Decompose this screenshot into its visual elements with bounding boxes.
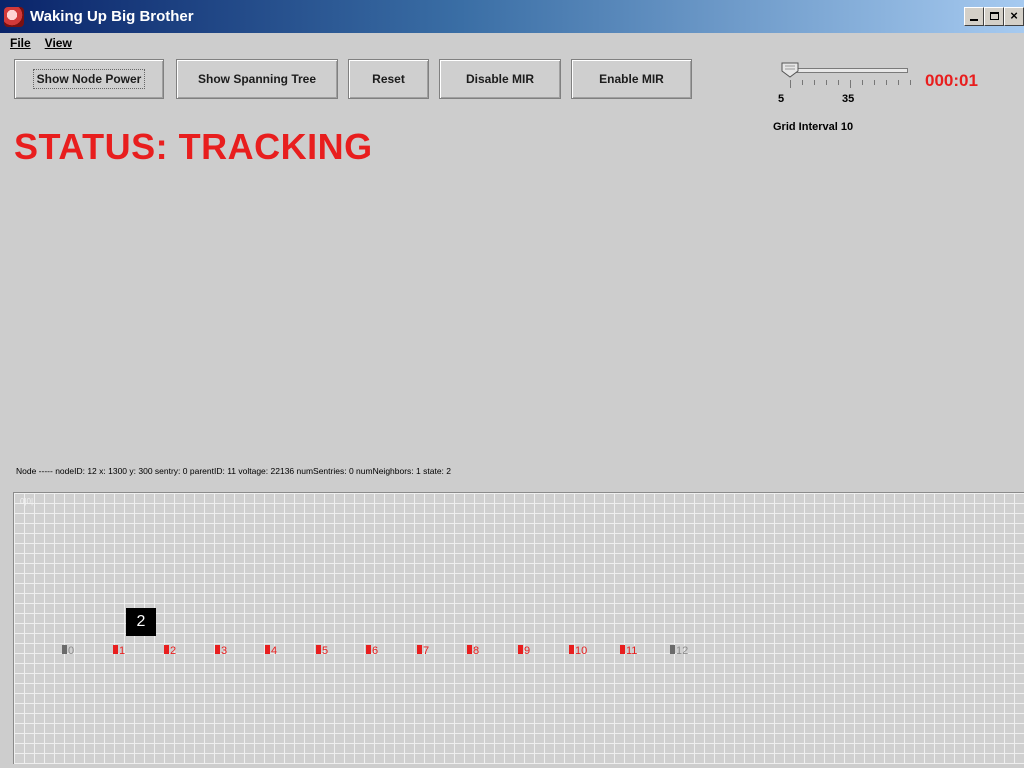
sensor-node[interactable]: 5 <box>316 643 328 657</box>
node-id-label: 9 <box>524 645 531 657</box>
tick <box>874 80 875 85</box>
disable-mir-button[interactable]: Disable MIR <box>439 59 561 99</box>
menu-view-label: View <box>44 35 72 50</box>
node-id-label: 3 <box>221 645 228 657</box>
sensor-node[interactable]: 4 <box>265 643 277 657</box>
slider-min-label: 5 <box>778 93 785 105</box>
maximize-button[interactable] <box>984 7 1004 26</box>
node-id-label: 12 <box>676 645 689 657</box>
sensor-node[interactable]: 0 <box>62 643 74 657</box>
tick <box>886 80 887 85</box>
sensor-node[interactable]: 9 <box>518 643 530 657</box>
window-title: Waking Up Big Brother <box>30 8 194 25</box>
maximize-icon <box>989 12 999 20</box>
app-icon <box>4 6 24 27</box>
sensor-node[interactable]: 11 <box>620 643 637 657</box>
minimize-button[interactable] <box>964 7 984 26</box>
show-spanning-tree-button[interactable]: Show Spanning Tree <box>176 59 338 99</box>
reset-button[interactable]: Reset <box>348 59 429 99</box>
close-button[interactable]: × <box>1004 7 1024 26</box>
status-text: STATUS: TRACKING <box>14 126 373 167</box>
close-icon: × <box>1010 8 1018 23</box>
node-icon <box>670 645 675 654</box>
node-id-label: 7 <box>423 645 430 657</box>
enable-mir-label: Enable MIR <box>599 72 664 86</box>
show-spanning-tree-label: Show Spanning Tree <box>197 72 316 86</box>
enable-mir-button[interactable]: Enable MIR <box>571 59 692 99</box>
reset-label: Reset <box>372 72 405 86</box>
show-node-power-button[interactable]: Show Node Power <box>14 59 164 99</box>
node-icon <box>113 645 118 654</box>
slider-mid-label: 35 <box>842 93 855 105</box>
node-id-label: 1 <box>119 645 126 657</box>
tick <box>802 80 803 85</box>
tick <box>850 80 851 88</box>
sensor-node[interactable]: 3 <box>215 643 227 657</box>
sensor-node[interactable]: 10 <box>569 643 587 657</box>
node-icon <box>62 645 67 654</box>
tick <box>814 80 815 85</box>
node-id-label: 6 <box>372 645 379 657</box>
sensor-node[interactable]: 1 <box>113 643 125 657</box>
node-icon <box>569 645 574 654</box>
grid-interval-slider-thumb[interactable] <box>781 62 799 78</box>
tick <box>826 80 827 85</box>
sensor-node[interactable]: 6 <box>366 643 378 657</box>
node-id-label: 0 <box>68 645 75 657</box>
node-info-text: Node ----- nodeID: 12 x: 1300 y: 300 sen… <box>16 466 452 476</box>
tick <box>898 80 899 85</box>
slider-ticks <box>780 80 920 88</box>
tick <box>838 80 839 85</box>
node-id-label: 4 <box>271 645 278 657</box>
node-id-label: 2 <box>170 645 177 657</box>
node-icon <box>518 645 523 654</box>
node-icon <box>366 645 371 654</box>
node-icon <box>164 645 169 654</box>
title-bar: Waking Up Big Brother × <box>0 0 1024 33</box>
node-icon <box>316 645 321 654</box>
node-icon <box>417 645 422 654</box>
grid-interval-label: Grid Interval 10 <box>773 121 854 133</box>
tick <box>910 80 911 85</box>
sensor-node[interactable]: 2 <box>164 643 176 657</box>
minimize-icon <box>970 19 978 21</box>
tick <box>862 80 863 85</box>
menu-bar: File View <box>0 33 1024 52</box>
elapsed-timer: 000:01 <box>925 71 978 90</box>
node-icon <box>265 645 270 654</box>
tracked-target-marker: 2 <box>126 608 156 636</box>
show-node-power-label: Show Node Power <box>32 69 146 89</box>
sensor-node[interactable]: 7 <box>417 643 429 657</box>
grid-interval-slider-track[interactable] <box>788 68 908 73</box>
node-id-label: 8 <box>473 645 480 657</box>
sensor-node[interactable]: 12 <box>670 643 688 657</box>
node-id-label: 10 <box>575 645 588 657</box>
node-id-label: 5 <box>322 645 329 657</box>
node-icon <box>215 645 220 654</box>
menu-view[interactable]: View <box>35 36 78 50</box>
menu-file-label: File <box>10 35 31 50</box>
grid-origin-label: 0|0| <box>20 497 34 506</box>
window-controls: × <box>964 7 1024 26</box>
sensor-node[interactable]: 8 <box>467 643 479 657</box>
node-icon <box>620 645 625 654</box>
disable-mir-label: Disable MIR <box>465 72 534 86</box>
node-id-label: 11 <box>626 645 638 657</box>
node-icon <box>467 645 472 654</box>
tick <box>790 80 791 88</box>
sensor-grid[interactable]: 0|0| 2 0 1 2 3 4 5 6 7 8 9 10 11 12 <box>13 492 1024 764</box>
menu-file[interactable]: File <box>0 36 35 50</box>
tracked-target-label: 2 <box>136 613 146 630</box>
